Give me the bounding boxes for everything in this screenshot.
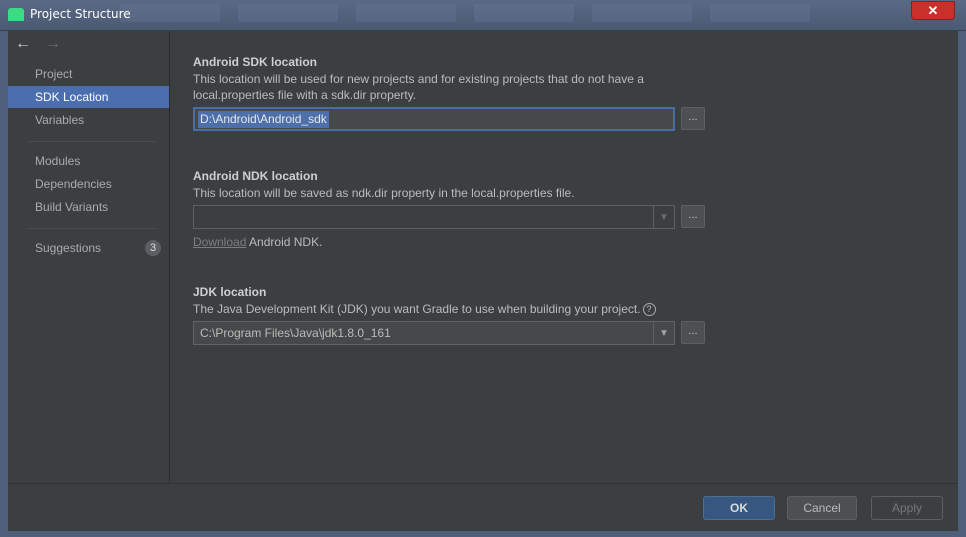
dialog-footer: OK Cancel Apply [8,483,958,531]
background-tab [592,4,692,22]
window-title: Project Structure [30,7,131,21]
download-ndk-link[interactable]: Download [193,235,246,249]
ndk-path-combo[interactable]: ▼ [193,205,675,229]
sdk-desc-line: local.properties file with a sdk.dir pro… [193,88,417,102]
sdk-path-input[interactable]: D:\Android\Android_sdk [193,107,675,131]
cancel-button[interactable]: Cancel [787,496,857,520]
ndk-section-title: Android NDK location [193,169,318,183]
forward-arrow-icon[interactable]: → [45,35,61,53]
window-titlebar: Project Structure ✕ [0,0,966,31]
background-tab [356,4,456,22]
sidebar: ← → Project SDK Location Variables Modul… [8,31,170,483]
jdk-path-value: C:\Program Files\Java\jdk1.8.0_161 [200,326,391,340]
sidebar-item-build-variants[interactable]: Build Variants [8,196,169,218]
suggestions-count-badge: 3 [145,240,161,256]
background-tabs [120,4,906,26]
background-tab [710,4,810,22]
android-studio-icon [8,8,24,21]
jdk-section-description: The Java Development Kit (JDK) you want … [193,301,713,317]
window-frame-right [958,31,966,537]
window-frame-bottom [0,531,966,537]
sdk-location-panel: Android SDK location This location will … [170,31,958,483]
ndk-browse-button[interactable]: ... [681,205,705,228]
sidebar-item-project[interactable]: Project [8,63,169,85]
download-ndk-text: Android NDK. [246,235,323,249]
jdk-browse-button[interactable]: ... [681,321,705,344]
ndk-section-description: This location will be saved as ndk.dir p… [193,186,575,200]
jdk-path-combo[interactable]: C:\Program Files\Java\jdk1.8.0_161 ▼ [193,321,675,345]
sidebar-item-suggestions[interactable]: Suggestions 3 [8,237,169,259]
jdk-desc-text: The Java Development Kit (JDK) you want … [193,302,641,316]
sidebar-item-sdk-location[interactable]: SDK Location [8,86,169,108]
dialog-body: ← → Project SDK Location Variables Modul… [8,31,958,531]
sdk-section-title: Android SDK location [193,55,317,69]
sidebar-item-variables[interactable]: Variables [8,109,169,131]
sidebar-item-modules[interactable]: Modules [8,150,169,172]
sdk-path-value: D:\Android\Android_sdk [198,111,329,128]
sdk-section-description: This location will be used for new proje… [193,71,663,103]
sidebar-divider [28,228,156,229]
sidebar-divider [28,141,156,142]
sdk-browse-button[interactable]: ... [681,107,705,130]
ok-button[interactable]: OK [703,496,775,520]
sdk-desc-line: This location will be used for new proje… [193,72,644,86]
background-tab [120,4,220,22]
sidebar-item-dependencies[interactable]: Dependencies [8,173,169,195]
apply-button[interactable]: Apply [871,496,943,520]
window-frame-left [0,31,8,537]
back-arrow-icon[interactable]: ← [15,35,31,53]
nav-arrows: ← → [15,35,61,53]
background-tab [474,4,574,22]
chevron-down-icon[interactable]: ▼ [653,206,674,228]
jdk-section-title: JDK location [193,285,267,299]
ndk-download-row: Download Android NDK. [193,235,322,249]
help-icon[interactable]: ? [642,303,656,316]
sidebar-item-label: Suggestions [35,241,102,255]
close-button[interactable]: ✕ [911,1,955,20]
chevron-down-icon[interactable]: ▼ [653,322,674,344]
background-tab [238,4,338,22]
